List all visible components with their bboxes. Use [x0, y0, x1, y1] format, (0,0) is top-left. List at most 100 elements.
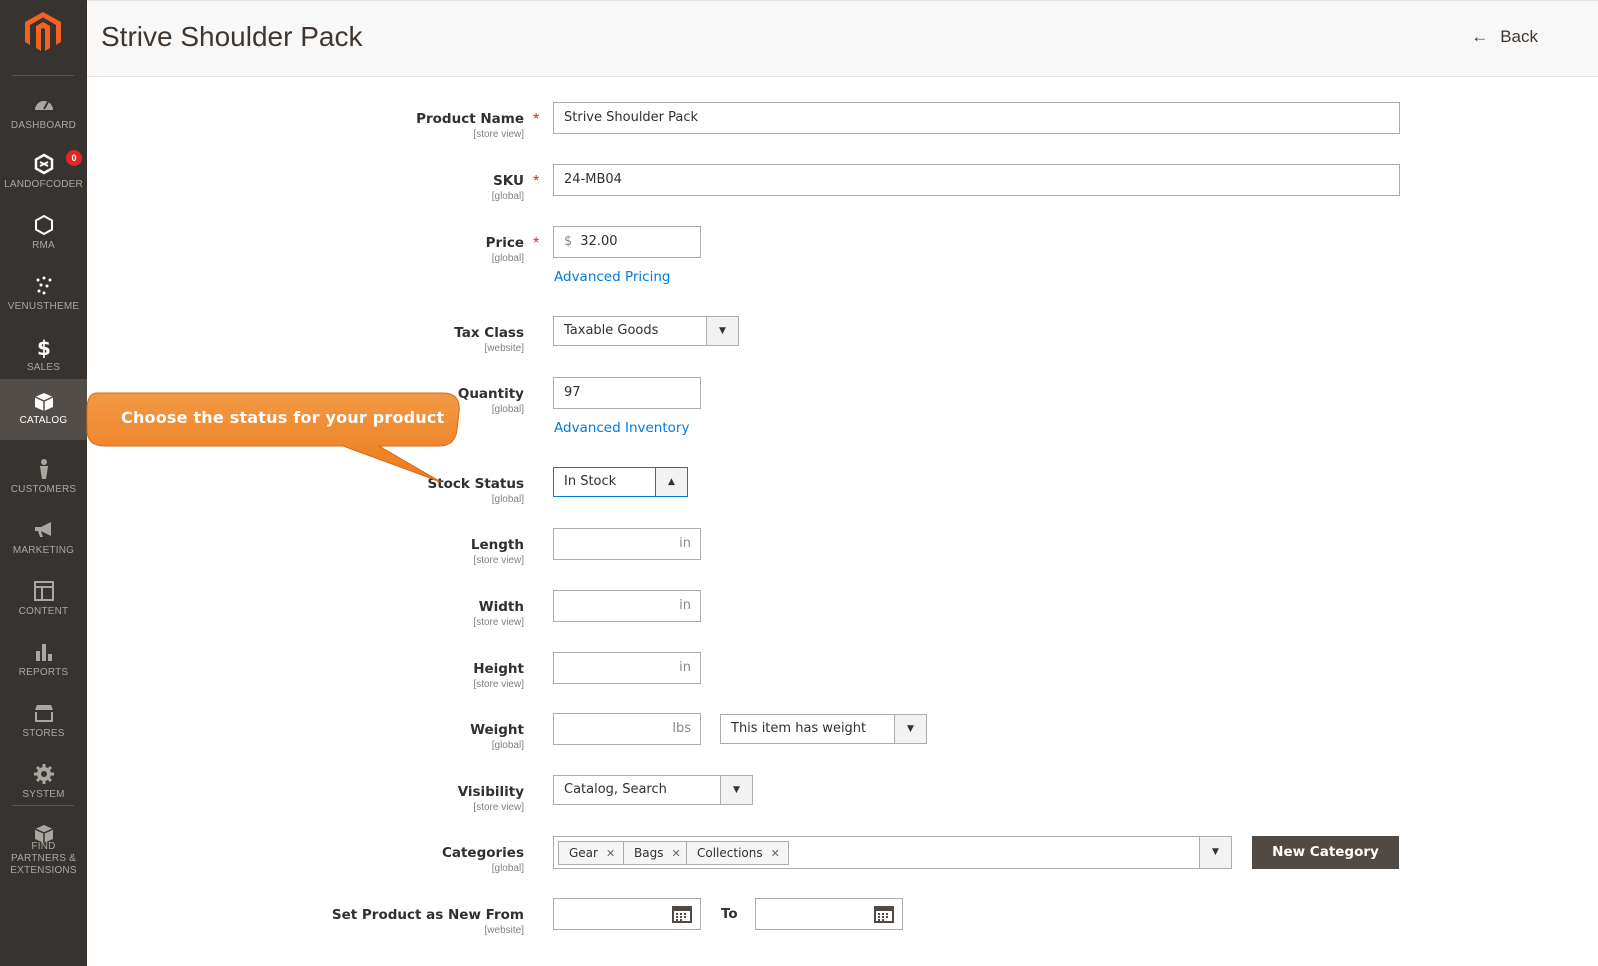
length-label: Length [store view] [470, 537, 524, 566]
sidebar-item-stores[interactable]: STORES [0, 694, 87, 755]
sidebar-item-label: STORES [22, 728, 65, 739]
sidebar-item-system[interactable]: SYSTEM [0, 755, 87, 816]
box-icon [34, 393, 54, 411]
sidebar-item-venustheme[interactable]: VENUSTHEME [0, 267, 87, 328]
sidebar-item-label: CONTENT [18, 606, 69, 617]
category-tag-gear[interactable]: Gear ✕ [558, 841, 625, 865]
notification-badge: 0 [66, 150, 82, 166]
weight-input[interactable]: lbs [553, 713, 701, 745]
scope-label: [store view] [473, 679, 524, 690]
visibility-label: Visibility [store view] [457, 784, 524, 813]
scope-label: [store view] [473, 617, 524, 628]
sku-label: SKU [global] [491, 173, 524, 202]
currency-symbol: $ [564, 234, 573, 249]
bar-chart-icon [36, 644, 52, 661]
categories-multiselect[interactable]: Gear ✕ Bags ✕ Collections ✕ ▼ [553, 836, 1232, 869]
advanced-inventory-link[interactable]: Advanced Inventory [554, 420, 689, 436]
remove-icon[interactable]: ✕ [671, 847, 680, 860]
venustheme-icon [36, 276, 52, 295]
remove-icon[interactable]: ✕ [606, 847, 615, 860]
stock-status-value: In Stock [564, 474, 617, 489]
megaphone-icon [35, 522, 51, 537]
visibility-value: Catalog, Search [564, 782, 667, 797]
scope-label: [global] [491, 740, 524, 751]
sidebar-item-customers[interactable]: CUSTOMERS [0, 450, 87, 511]
layout-icon [34, 581, 54, 601]
sidebar-divider [12, 805, 74, 806]
new-from-label: Set Product as New From [website] [331, 907, 524, 936]
chevron-down-icon: ▼ [720, 776, 752, 804]
scope-label: [global] [491, 191, 524, 202]
sku-input[interactable]: 24-MB04 [553, 164, 1400, 196]
sidebar-item-find-partners[interactable]: FIND PARTNERS & EXTENSIONS [0, 815, 87, 876]
tax-class-select[interactable]: Taxable Goods ▼ [553, 316, 739, 346]
sidebar-item-dashboard[interactable]: DASHBOARD [0, 86, 87, 147]
chevron-down-icon: ▼ [706, 317, 738, 345]
has-weight-value: This item has weight [731, 721, 867, 736]
svg-text:$: $ [37, 336, 51, 358]
to-label: To [721, 906, 738, 922]
sidebar-item-reports[interactable]: REPORTS [0, 633, 87, 694]
chevron-down-icon: ▼ [1199, 837, 1231, 868]
category-tag-collections[interactable]: Collections ✕ [686, 841, 789, 865]
page-title: Strive Shoulder Pack [101, 21, 363, 52]
width-label: Width [store view] [473, 599, 524, 628]
callout-bubble [86, 392, 460, 483]
sidebar-item-content[interactable]: CONTENT [0, 572, 87, 633]
calendar-icon[interactable] [874, 905, 894, 923]
product-name-input[interactable]: Strive Shoulder Pack [553, 102, 1400, 134]
height-label: Height [store view] [473, 661, 524, 690]
required-asterisk: * [533, 235, 540, 252]
scope-label: [global] [491, 253, 524, 264]
unit-label: in [679, 660, 691, 675]
has-weight-select[interactable]: This item has weight ▼ [720, 714, 927, 744]
new-category-button[interactable]: New Category [1252, 836, 1399, 869]
remove-icon[interactable]: ✕ [771, 847, 780, 860]
required-asterisk: * [533, 173, 540, 190]
price-input[interactable]: $32.00 [553, 226, 701, 258]
gear-icon [34, 764, 54, 784]
width-input[interactable]: in [553, 590, 701, 622]
tax-class-value: Taxable Goods [564, 323, 659, 338]
admin-sidebar: DASHBOARD LANDOFCODER 0 RMA VENUSTHEME $… [0, 0, 87, 966]
scope-label: [global] [491, 494, 524, 505]
stock-status-select[interactable]: In Stock ▲ [553, 467, 688, 497]
sidebar-item-label: VENUSTHEME [7, 301, 80, 312]
store-icon [35, 705, 53, 722]
dollar-icon: $ [37, 336, 51, 358]
product-name-label: Product Name [store view] [416, 111, 524, 140]
scope-label: [store view] [473, 555, 524, 566]
quantity-input[interactable]: 97 [553, 377, 701, 409]
new-to-date-input[interactable] [755, 898, 903, 930]
sidebar-item-label: RMA [32, 240, 55, 251]
weight-label: Weight [global] [470, 722, 524, 751]
sidebar-item-label: CUSTOMERS [10, 484, 77, 495]
scope-label: [global] [491, 404, 524, 415]
landofcoder-icon [34, 153, 54, 175]
sidebar-item-rma[interactable]: RMA [0, 206, 87, 267]
sidebar-item-label: REPORTS [18, 667, 69, 678]
new-from-date-input[interactable] [553, 898, 701, 930]
visibility-select[interactable]: Catalog, Search ▼ [553, 775, 753, 805]
magento-logo-icon[interactable] [25, 12, 61, 52]
category-tag-bags[interactable]: Bags ✕ [623, 841, 690, 865]
scope-label: [website] [484, 343, 524, 354]
calendar-icon[interactable] [672, 905, 692, 923]
sidebar-item-catalog[interactable]: CATALOG [0, 379, 87, 440]
advanced-pricing-link[interactable]: Advanced Pricing [554, 269, 670, 285]
height-input[interactable]: in [553, 652, 701, 684]
person-icon [40, 459, 48, 479]
price-label: Price [global] [485, 235, 524, 264]
hexagon-icon [35, 214, 53, 236]
chevron-down-icon: ▼ [894, 715, 926, 743]
categories-label: Categories [global] [441, 845, 524, 874]
required-asterisk: * [533, 111, 540, 128]
unit-label: in [679, 536, 691, 551]
sidebar-item-marketing[interactable]: MARKETING [0, 511, 87, 572]
length-input[interactable]: in [553, 528, 701, 560]
back-button[interactable]: ← Back [1471, 27, 1538, 47]
logo-divider [12, 75, 74, 76]
sidebar-item-label: DASHBOARD [10, 120, 77, 131]
dashboard-icon [35, 101, 53, 110]
sidebar-item-label: MARKETING [12, 545, 75, 556]
